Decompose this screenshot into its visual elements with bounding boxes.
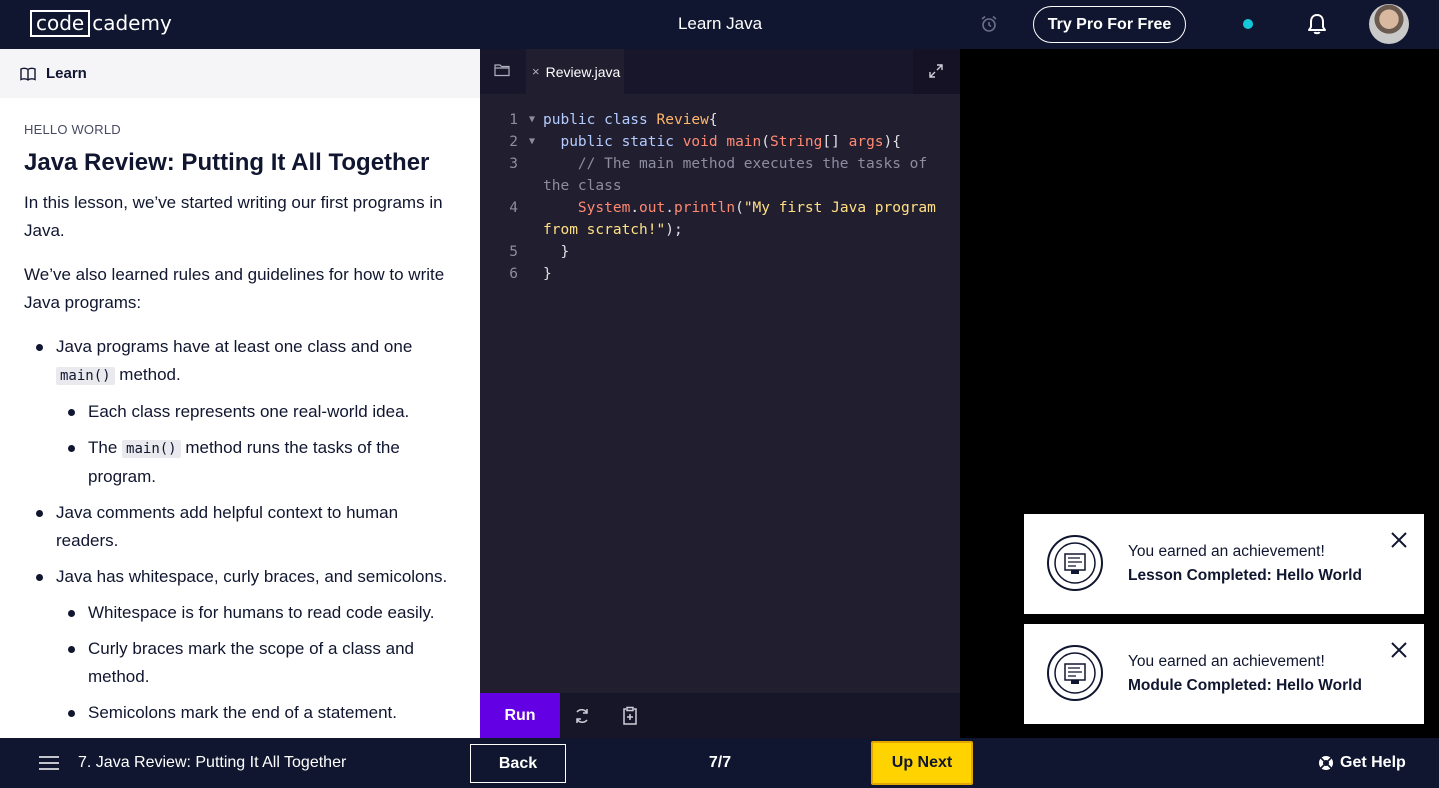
bottom-navigation-bar: 7. Java Review: Putting It All Together … bbox=[0, 738, 1439, 788]
lifebuoy-icon bbox=[1319, 756, 1333, 770]
folder-icon[interactable] bbox=[494, 63, 510, 77]
up-next-button[interactable]: Up Next bbox=[871, 741, 973, 785]
code-line: 3 // The main method executes the tasks … bbox=[480, 153, 960, 175]
back-button[interactable]: Back bbox=[470, 744, 566, 783]
close-icon[interactable] bbox=[1390, 641, 1408, 659]
learn-tab[interactable]: Learn bbox=[0, 49, 480, 98]
code-line: 5 } bbox=[480, 241, 960, 263]
list-item: The main() method runs the tasks of the … bbox=[68, 434, 456, 491]
hamburger-menu-icon[interactable] bbox=[39, 756, 59, 770]
get-help-label: Get Help bbox=[1340, 754, 1406, 771]
list-item: Whitespace is for humans to read code ea… bbox=[68, 599, 456, 627]
file-tab-review-java[interactable]: × Review.java bbox=[526, 49, 624, 94]
list-item: Each class represents one real-world ide… bbox=[68, 398, 456, 426]
list-item: Curly braces mark the scope of a class a… bbox=[68, 635, 456, 691]
expand-editor-button[interactable] bbox=[913, 49, 960, 94]
alarm-clock-icon[interactable] bbox=[980, 15, 998, 33]
fold-arrow-icon[interactable]: ▼ bbox=[529, 131, 535, 153]
list-item: Java comments add helpful context to hum… bbox=[36, 499, 456, 555]
close-icon[interactable] bbox=[1390, 531, 1408, 549]
lesson-title: Java Review: Putting It All Together bbox=[24, 149, 430, 176]
status-dot bbox=[1243, 19, 1253, 29]
fold-arrow-icon[interactable]: ▼ bbox=[529, 109, 535, 131]
code-line: 6 } bbox=[480, 263, 960, 285]
codecademy-logo[interactable]: code cademy bbox=[30, 10, 172, 37]
notification-bell-icon[interactable] bbox=[1306, 13, 1328, 35]
code-line: 4 System.out.println("My first Java prog… bbox=[480, 197, 960, 219]
try-pro-button[interactable]: Try Pro For Free bbox=[1033, 6, 1186, 43]
intro-paragraph: In this lesson, we’ve started writing ou… bbox=[24, 193, 443, 240]
line-number: 1 bbox=[509, 112, 518, 128]
close-icon[interactable]: × bbox=[532, 64, 540, 79]
code-editor: × Review.java 1 ▼ public class Review{ 2… bbox=[480, 49, 960, 738]
learn-panel: Learn HELLO WORLD Java Review: Putting I… bbox=[0, 49, 480, 738]
achievement-heading: You earned an achievement! bbox=[1128, 653, 1325, 670]
logo-wordmark: cademy bbox=[92, 11, 172, 35]
achievement-toast: You earned an achievement! Module Comple… bbox=[1024, 624, 1424, 724]
sub-list: Whitespace is for humans to read code ea… bbox=[56, 599, 456, 727]
line-number: 3 bbox=[509, 156, 518, 172]
logo-code-box: code bbox=[30, 10, 91, 37]
line-number: 2 bbox=[509, 134, 518, 150]
achievement-name: Module Completed: Hello World bbox=[1128, 677, 1362, 694]
sub-list: Each class represents one real-world ide… bbox=[56, 398, 456, 491]
code-achievement-badge-icon bbox=[1047, 645, 1103, 701]
achievement-toast: You earned an achievement! Lesson Comple… bbox=[1024, 514, 1424, 614]
run-button[interactable]: Run bbox=[480, 693, 560, 738]
reset-icon[interactable] bbox=[573, 707, 591, 725]
user-avatar[interactable] bbox=[1369, 4, 1409, 44]
learn-tab-label: Learn bbox=[46, 65, 87, 82]
get-help-button[interactable]: Get Help bbox=[1318, 754, 1406, 772]
course-title[interactable]: Learn Java bbox=[620, 14, 820, 34]
summary-list: Java programs have at least one class an… bbox=[24, 333, 456, 727]
clipboard-icon[interactable] bbox=[620, 706, 640, 726]
editor-tab-bar: × Review.java bbox=[480, 49, 960, 94]
module-eyebrow: HELLO WORLD bbox=[24, 122, 121, 137]
current-lesson-name[interactable]: 7. Java Review: Putting It All Together bbox=[78, 754, 346, 772]
code-achievement-badge-icon bbox=[1047, 535, 1103, 591]
file-tab-label: Review.java bbox=[545, 63, 621, 80]
list-item: Java programs have at least one class an… bbox=[36, 333, 456, 491]
inline-code: main() bbox=[122, 440, 181, 458]
top-navigation-bar: code cademy Learn Java Try Pro For Free bbox=[0, 0, 1439, 49]
line-number: 5 bbox=[509, 244, 518, 260]
achievement-heading: You earned an achievement! bbox=[1128, 543, 1325, 560]
lesson-content: HELLO WORLD Java Review: Putting It All … bbox=[0, 98, 480, 727]
code-area[interactable]: 1 ▼ public class Review{ 2 ▼ public stat… bbox=[480, 109, 960, 285]
achievement-name: Lesson Completed: Hello World bbox=[1128, 567, 1362, 584]
book-icon bbox=[20, 67, 36, 81]
rules-paragraph: We’ve also learned rules and guidelines … bbox=[24, 265, 445, 312]
code-line: 1 ▼ public class Review{ bbox=[480, 109, 960, 131]
line-number: 6 bbox=[509, 266, 518, 282]
expand-icon bbox=[929, 64, 943, 78]
line-number: 4 bbox=[509, 200, 518, 216]
code-line-wrap: from scratch!"); bbox=[543, 222, 683, 238]
code-line-wrap: the class bbox=[543, 178, 622, 194]
list-item: Java has whitespace, curly braces, and s… bbox=[36, 563, 456, 727]
lesson-progress: 7/7 bbox=[708, 754, 732, 771]
inline-code: main() bbox=[56, 367, 115, 385]
code-line: 2 ▼ public static void main(String[] arg… bbox=[480, 131, 960, 153]
run-toolbar: Run bbox=[480, 693, 960, 738]
list-item: Semicolons mark the end of a statement. bbox=[68, 699, 456, 727]
